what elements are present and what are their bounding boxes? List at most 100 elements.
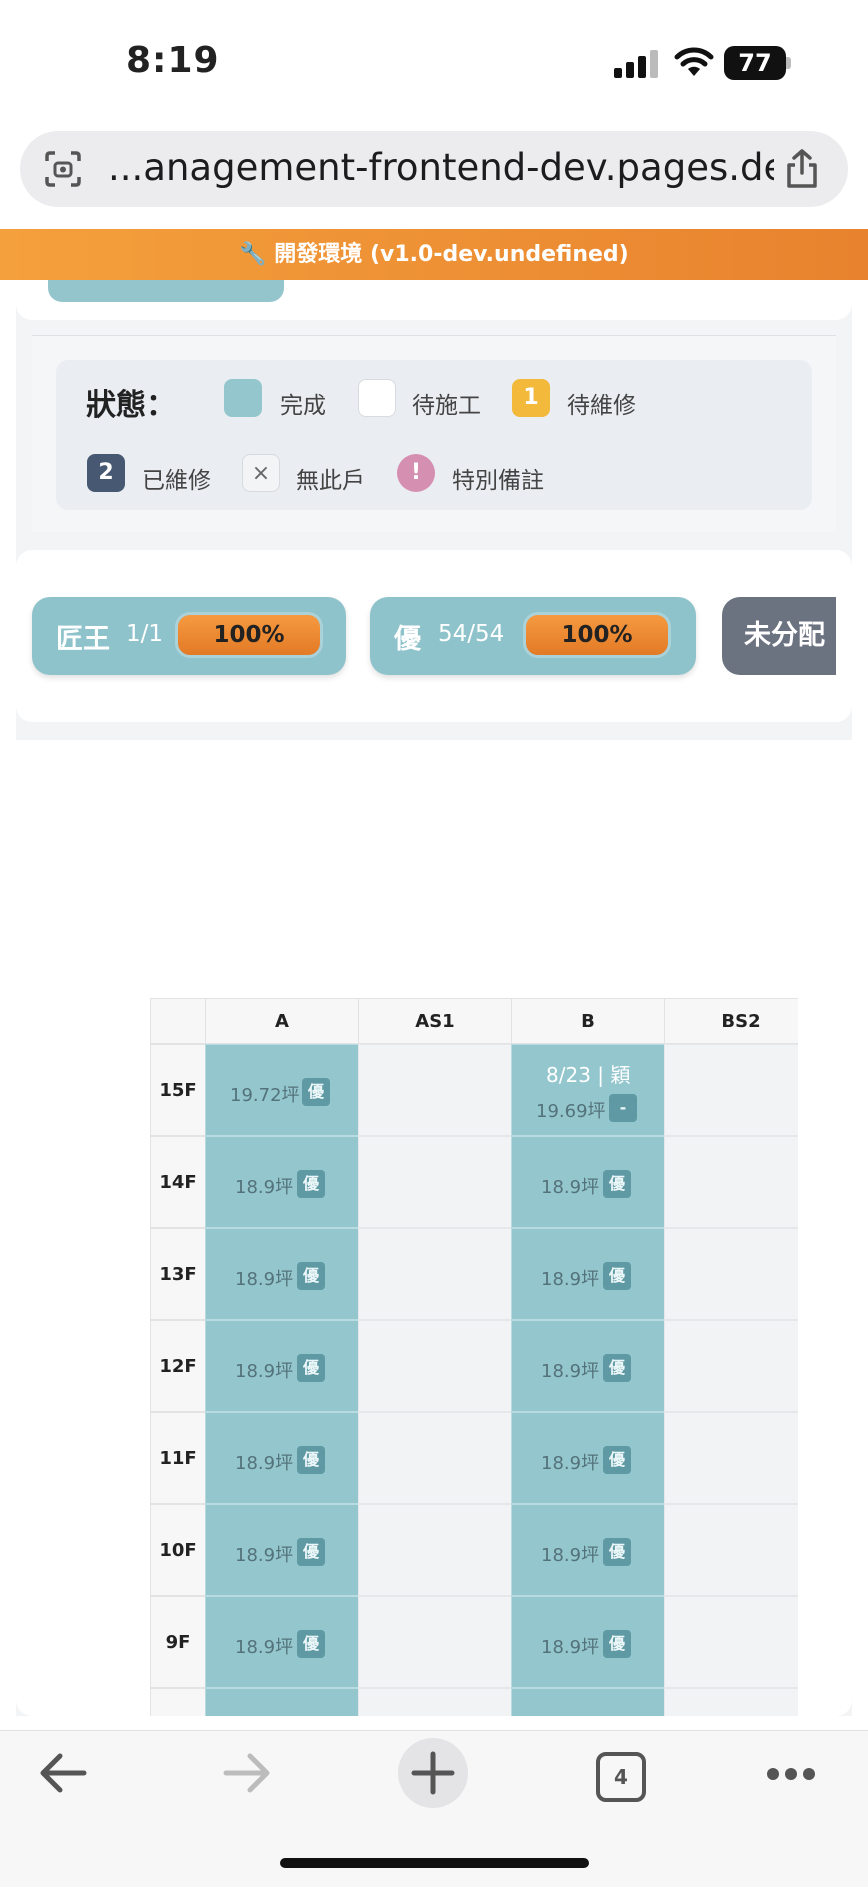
legend-swatch-pending [358, 379, 396, 417]
unit-cell[interactable] [358, 1688, 512, 1716]
battery-icon: 77 [724, 46, 786, 80]
unit-cell[interactable]: 18.9坪 優 [205, 1136, 359, 1228]
more-icon[interactable] [766, 1764, 816, 1788]
team-tag: 優 [603, 1538, 631, 1566]
floor-label: 9F [150, 1596, 206, 1688]
unit-area: 18.9坪 [235, 1361, 294, 1382]
team-percent-badge: 100% [526, 615, 668, 655]
legend-label-to-repair: 待維修 [567, 393, 636, 419]
team-name: 匠王 [56, 624, 110, 655]
unit-area: 18.9坪 [541, 1545, 600, 1566]
url-text[interactable]: ...anagement-frontend-dev.pages.dev [108, 146, 774, 189]
action-button[interactable] [48, 280, 284, 302]
unit-cell[interactable]: 18.9坪 優 [205, 1596, 359, 1688]
share-icon[interactable] [783, 148, 821, 194]
grid-corner [150, 998, 206, 1044]
legend-label-repaired: 已維修 [142, 468, 211, 494]
team-tag: 優 [302, 1078, 330, 1106]
unit-cell[interactable]: 18.9坪 優 [205, 1320, 359, 1412]
team-tag: 優 [297, 1538, 325, 1566]
home-indicator [280, 1858, 589, 1868]
unit-cell[interactable] [664, 1136, 798, 1228]
unit-cell[interactable] [358, 1228, 512, 1320]
unit-area: 18.9坪 [235, 1545, 294, 1566]
team-card-you[interactable]: 優 54/54 100% [370, 597, 696, 675]
legend-swatch-done [224, 379, 262, 417]
team-tag: - [609, 1094, 637, 1122]
new-tab-button[interactable] [398, 1738, 468, 1808]
unit-cell[interactable] [205, 1688, 359, 1716]
legend-swatch-no-unit: × [242, 454, 280, 492]
team-tag: 優 [603, 1170, 631, 1198]
team-card-unassigned[interactable]: 未分配 [722, 597, 836, 675]
unit-cell[interactable] [358, 1596, 512, 1688]
unit-cell[interactable]: 18.9坪 優 [205, 1228, 359, 1320]
legend-label-done: 完成 [280, 393, 326, 419]
unit-cell[interactable]: 18.9坪 優 [511, 1504, 665, 1596]
team-percent-badge: 100% [178, 615, 320, 655]
floor-label: 12F [150, 1320, 206, 1412]
unit-cell[interactable] [511, 1688, 665, 1716]
team-tag: 優 [297, 1170, 325, 1198]
column-header-bs2: BS2 [664, 998, 798, 1044]
unit-cell[interactable] [358, 1320, 512, 1412]
team-tag: 優 [603, 1262, 631, 1290]
unit-cell[interactable] [664, 1688, 798, 1716]
team-count: 1/1 [126, 621, 164, 647]
team-tag: 優 [297, 1630, 325, 1658]
unit-cell[interactable] [664, 1596, 798, 1688]
team-name: 優 [394, 624, 421, 655]
team-card-jiangwang[interactable]: 匠王 1/1 100% [32, 597, 346, 675]
unit-area: 18.9坪 [235, 1177, 294, 1198]
column-header-a: A [205, 998, 359, 1044]
floor-label: 11F [150, 1412, 206, 1504]
unit-cell[interactable] [358, 1504, 512, 1596]
unit-cell[interactable]: 19.72坪 優 [205, 1044, 359, 1136]
team-tag: 優 [603, 1354, 631, 1382]
dev-environment-banner: 🔧 開發環境 (v1.0-dev.undefined) [0, 229, 868, 280]
unit-area: 19.72坪 [230, 1085, 300, 1106]
team-tag: 優 [297, 1446, 325, 1474]
legend-swatch-repaired: 2 [87, 454, 125, 492]
unit-area: 18.9坪 [541, 1361, 600, 1382]
legend-title: 狀態： [86, 388, 176, 423]
unit-area: 18.9坪 [541, 1269, 600, 1290]
unit-area: 18.9坪 [235, 1637, 294, 1658]
unit-cell[interactable]: 18.9坪 優 [511, 1596, 665, 1688]
unit-cell[interactable] [358, 1136, 512, 1228]
back-icon[interactable] [38, 1752, 88, 1798]
team-tag: 優 [297, 1354, 325, 1382]
legend-swatch-to-repair: 1 [512, 379, 550, 417]
team-count: 54/54 [438, 621, 505, 647]
unit-cell[interactable]: 8/23 | 穎 19.69坪 - [511, 1044, 665, 1136]
unit-cell[interactable]: 18.9坪 優 [511, 1136, 665, 1228]
unit-cell[interactable]: 18.9坪 優 [511, 1228, 665, 1320]
unit-cell[interactable] [664, 1228, 798, 1320]
team-tag: 優 [603, 1630, 631, 1658]
unit-area: 18.9坪 [541, 1177, 600, 1198]
unit-cell[interactable] [358, 1044, 512, 1136]
legend-swatch-special-note: ! [397, 454, 435, 492]
unit-cell[interactable] [664, 1504, 798, 1596]
unit-cell[interactable] [358, 1412, 512, 1504]
unit-cell[interactable]: 18.9坪 優 [511, 1320, 665, 1412]
unit-cell[interactable] [664, 1320, 798, 1412]
status-time: 8:19 [126, 40, 220, 81]
unit-cell[interactable]: 18.9坪 優 [205, 1412, 359, 1504]
battery-tip [786, 57, 791, 69]
column-header-as1: AS1 [358, 998, 512, 1044]
unit-cell[interactable]: 18.9坪 優 [205, 1504, 359, 1596]
unit-area: 18.9坪 [235, 1269, 294, 1290]
floor-label: 14F [150, 1136, 206, 1228]
unit-area: 18.9坪 [235, 1453, 294, 1474]
unit-cell[interactable] [664, 1044, 798, 1136]
unit-cell[interactable] [664, 1412, 798, 1504]
unit-area: 19.69坪 [536, 1101, 606, 1122]
unit-cell[interactable]: 18.9坪 優 [511, 1412, 665, 1504]
scan-icon[interactable] [44, 150, 82, 192]
unit-grid: A AS1 B BS2 15F 19.72坪 優 8/23 | 穎 19.69坪… [150, 998, 798, 1716]
legend-label-no-unit: 無此戶 [296, 468, 365, 494]
tabs-icon[interactable]: 4 [596, 1752, 646, 1802]
forward-icon[interactable] [222, 1752, 272, 1798]
team-tag: 優 [603, 1446, 631, 1474]
